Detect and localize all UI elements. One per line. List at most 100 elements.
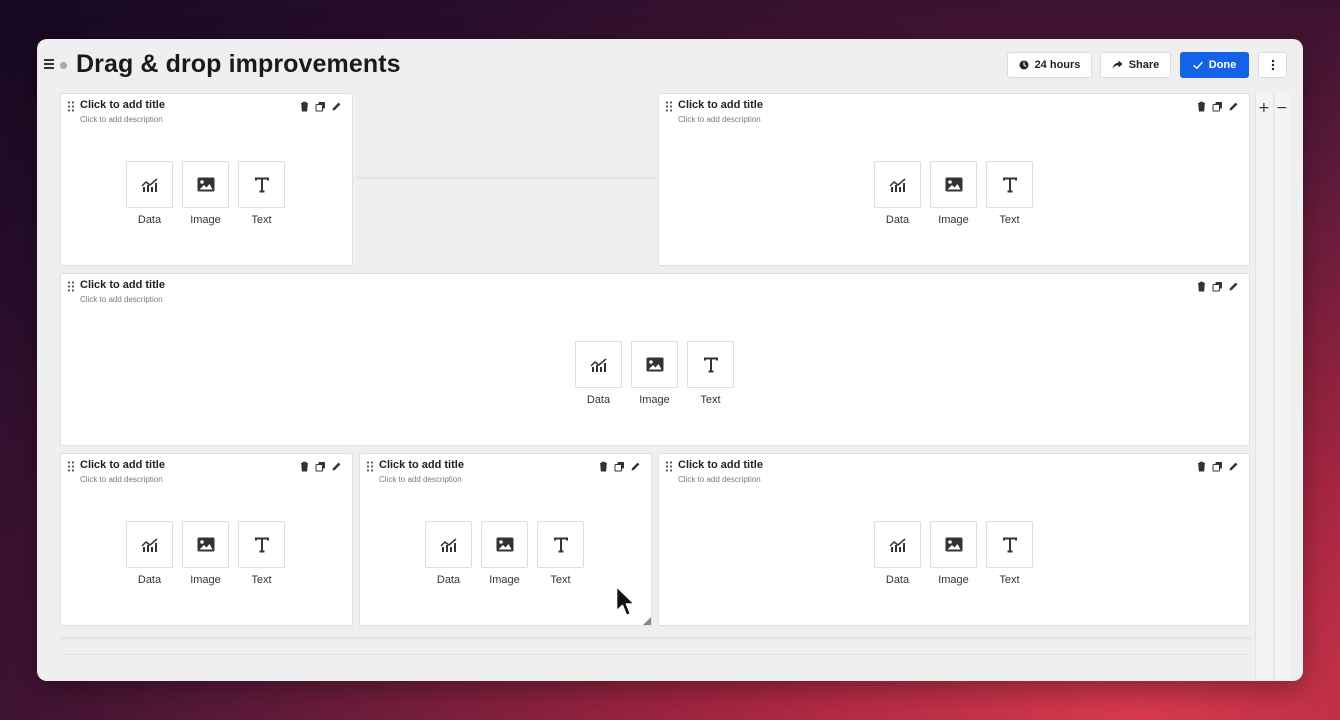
- content-type-choices: Data Image Text: [874, 521, 1033, 586]
- text-choice[interactable]: Text: [238, 161, 285, 226]
- panel-4[interactable]: Click to add title Click to add descript…: [60, 453, 353, 626]
- text-choice[interactable]: Text: [986, 161, 1033, 226]
- panel-description[interactable]: Click to add description: [80, 295, 163, 304]
- data-choice[interactable]: Data: [126, 521, 173, 586]
- trash-icon[interactable]: [299, 99, 310, 112]
- panel-description[interactable]: Click to add description: [80, 115, 163, 124]
- share-button[interactable]: Share: [1100, 52, 1171, 78]
- time-range-button[interactable]: 24 hours: [1007, 52, 1092, 78]
- image-icon: [945, 177, 962, 192]
- zoom-in-strip: [1255, 93, 1272, 681]
- done-label: Done: [1208, 59, 1237, 71]
- share-icon: [1112, 60, 1123, 69]
- image-choice[interactable]: Image: [930, 161, 977, 226]
- pencil-icon[interactable]: [1228, 459, 1239, 471]
- image-label: Image: [489, 574, 520, 586]
- pencil-icon[interactable]: [1228, 279, 1239, 291]
- drag-handle-icon[interactable]: [665, 461, 673, 472]
- drag-handle-icon[interactable]: [366, 461, 374, 472]
- panel-6[interactable]: Click to add title Click to add descript…: [658, 453, 1250, 626]
- image-label: Image: [639, 394, 670, 406]
- text-icon: [254, 177, 269, 192]
- content-type-choices: Data Image Text: [126, 161, 285, 226]
- chart-icon: [439, 537, 456, 552]
- panel-title[interactable]: Click to add title: [80, 99, 165, 111]
- data-choice[interactable]: Data: [425, 521, 472, 586]
- image-label: Image: [938, 574, 969, 586]
- panel-title[interactable]: Click to add title: [379, 459, 464, 471]
- image-icon: [945, 537, 962, 552]
- duplicate-icon[interactable]: [315, 459, 326, 472]
- duplicate-icon[interactable]: [1212, 459, 1223, 472]
- text-label: Text: [550, 574, 571, 586]
- data-label: Data: [586, 394, 611, 406]
- panel-5[interactable]: Click to add title Click to add descript…: [359, 453, 652, 626]
- duplicate-icon[interactable]: [1212, 279, 1223, 292]
- drag-handle-icon[interactable]: [67, 461, 75, 472]
- panel-description[interactable]: Click to add description: [678, 115, 761, 124]
- mouse-cursor-icon: [615, 585, 636, 617]
- text-label: Text: [999, 214, 1020, 226]
- trash-icon[interactable]: [598, 459, 609, 472]
- trash-icon[interactable]: [1196, 99, 1207, 112]
- panel-actions: [598, 459, 641, 472]
- panel-2[interactable]: Click to add title Click to add descript…: [658, 93, 1250, 266]
- panel-description[interactable]: Click to add description: [80, 475, 163, 484]
- panel-title[interactable]: Click to add title: [678, 459, 763, 471]
- text-choice[interactable]: Text: [687, 341, 734, 406]
- pencil-icon[interactable]: [331, 459, 342, 471]
- text-choice[interactable]: Text: [986, 521, 1033, 586]
- drag-handle-icon[interactable]: [665, 101, 673, 112]
- drag-handle-icon[interactable]: [67, 281, 75, 292]
- page-title[interactable]: Drag & drop improvements: [76, 50, 401, 79]
- panel-1[interactable]: Click to add title Click to add descript…: [60, 93, 353, 266]
- image-choice[interactable]: Image: [631, 341, 678, 406]
- pencil-icon[interactable]: [1228, 99, 1239, 111]
- data-label: Data: [137, 214, 162, 226]
- duplicate-icon[interactable]: [1212, 99, 1223, 112]
- drag-handle-icon[interactable]: [67, 101, 75, 112]
- grid-line: [357, 177, 657, 179]
- chart-icon: [140, 537, 157, 552]
- text-label: Text: [999, 574, 1020, 586]
- panel-actions: [299, 459, 342, 472]
- panel-3[interactable]: Click to add title Click to add descript…: [60, 273, 1250, 446]
- trash-icon[interactable]: [1196, 459, 1207, 472]
- chart-icon: [589, 357, 606, 372]
- image-choice[interactable]: Image: [182, 521, 229, 586]
- panel-description[interactable]: Click to add description: [678, 475, 761, 484]
- duplicate-icon[interactable]: [315, 99, 326, 112]
- text-label: Text: [251, 574, 272, 586]
- pencil-icon[interactable]: [630, 459, 641, 471]
- data-choice[interactable]: Data: [874, 161, 921, 226]
- resize-handle[interactable]: [643, 617, 651, 625]
- trash-icon[interactable]: [299, 459, 310, 472]
- data-choice[interactable]: Data: [126, 161, 173, 226]
- pencil-icon[interactable]: [331, 99, 342, 111]
- duplicate-icon[interactable]: [614, 459, 625, 472]
- hamburger-menu-icon[interactable]: [44, 59, 54, 69]
- image-choice[interactable]: Image: [182, 161, 229, 226]
- more-options-button[interactable]: [1258, 52, 1287, 78]
- trash-icon[interactable]: [1196, 279, 1207, 292]
- text-icon: [703, 357, 718, 372]
- text-choice[interactable]: Text: [238, 521, 285, 586]
- panel-actions: [1196, 99, 1239, 112]
- image-icon: [197, 537, 214, 552]
- image-choice[interactable]: Image: [481, 521, 528, 586]
- text-icon: [254, 537, 269, 552]
- panel-description[interactable]: Click to add description: [379, 475, 462, 484]
- image-choice[interactable]: Image: [930, 521, 977, 586]
- panel-actions: [1196, 459, 1239, 472]
- panel-title[interactable]: Click to add title: [80, 279, 165, 291]
- panel-title[interactable]: Click to add title: [80, 459, 165, 471]
- done-button[interactable]: Done: [1180, 52, 1249, 78]
- clock-icon: [1019, 60, 1029, 70]
- data-choice[interactable]: Data: [874, 521, 921, 586]
- text-choice[interactable]: Text: [537, 521, 584, 586]
- panel-title[interactable]: Click to add title: [678, 99, 763, 111]
- time-range-label: 24 hours: [1034, 59, 1081, 71]
- zoom-in-button[interactable]: +: [1258, 101, 1270, 115]
- data-choice[interactable]: Data: [575, 341, 622, 406]
- zoom-out-button[interactable]: −: [1276, 101, 1288, 115]
